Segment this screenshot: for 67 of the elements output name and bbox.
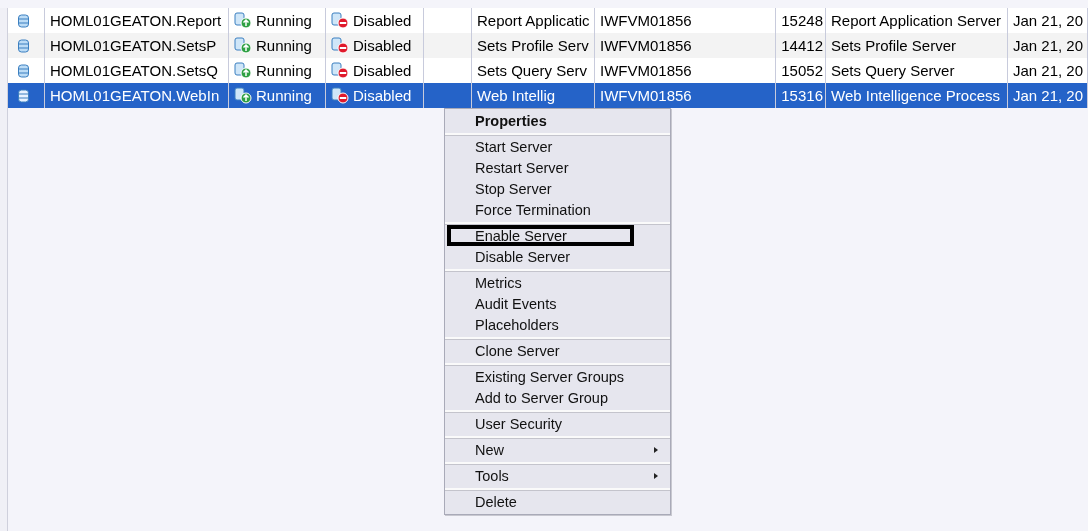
table-cell: 14412 (781, 37, 823, 54)
table-cell: Running (256, 62, 312, 79)
table-cell: IWFVM01856 (600, 37, 692, 54)
table-cell: Web Intellig (477, 87, 556, 104)
table-cell: Sets Profile Server (831, 37, 957, 54)
table-cell: Web Intelligence Process (831, 87, 1000, 104)
table-cell: HOML01GEATON.SetsQ (50, 62, 218, 79)
table-cell: Jan 21, 20 (1013, 87, 1084, 104)
menu-item[interactable]: User Security (445, 413, 670, 434)
menu-item[interactable]: Audit Events (445, 293, 670, 314)
menu-item[interactable]: Properties (445, 110, 670, 131)
submenu-arrow-icon (654, 446, 658, 453)
table-cell: Report Application Server (831, 12, 1002, 29)
server-disabled-icon (331, 62, 349, 79)
table-cell: Running (256, 12, 312, 29)
menu-item[interactable]: Restart Server (445, 157, 670, 178)
server-disabled-icon (331, 12, 349, 29)
menu-item[interactable]: New (445, 439, 670, 460)
menu-item[interactable]: Existing Server Groups (445, 366, 670, 387)
menu-item[interactable]: Clone Server (445, 340, 670, 361)
table-cell: Disabled (353, 37, 412, 54)
table-cell: HOML01GEATON.SetsP (50, 37, 217, 54)
table-cell: Running (256, 37, 312, 54)
table-cell: 15052 (781, 62, 823, 79)
menu-item[interactable]: Placeholders (445, 314, 670, 335)
table-cell: Jan 21, 20 (1013, 37, 1084, 54)
menu-item[interactable]: Disable Server (445, 246, 670, 267)
table-cell: Sets Query Serv (477, 62, 588, 79)
table-row[interactable]: HOML01GEATON.SetsQ Running Disabled Sets Query Serv IWFVM01856 15052 Sets Query Server Jan 21, 20 (8, 58, 1088, 83)
submenu-arrow-icon (654, 472, 658, 479)
table-cell: Report Applicatic (477, 12, 590, 29)
menu-item[interactable]: Force Termination (445, 199, 670, 220)
menu-item[interactable]: Start Server (445, 136, 670, 157)
database-icon (18, 13, 29, 28)
database-icon (18, 63, 29, 78)
menu-item[interactable]: Enable Server (447, 225, 634, 246)
menu-item[interactable]: Stop Server (445, 178, 670, 199)
table-cell: HOML01GEATON.WebIn (50, 87, 220, 104)
table-cell: IWFVM01856 (600, 87, 692, 104)
table-cell: Sets Profile Serv (477, 37, 589, 54)
table-cell: Disabled (353, 12, 412, 29)
table-cell: 15316 (781, 87, 823, 104)
table-cell: IWFVM01856 (600, 12, 692, 29)
table-cell: Sets Query Server (831, 62, 955, 79)
server-running-icon (234, 62, 252, 79)
server-running-icon (234, 87, 252, 104)
database-icon (18, 88, 29, 103)
menu-item[interactable]: Metrics (445, 272, 670, 293)
table-cell: Disabled (353, 62, 412, 79)
database-icon (18, 38, 29, 53)
table-row[interactable]: HOML01GEATON.Report Running Disabled Report Applicatic IWFVM01856 15248 Report Application Server Jan 21, 20 (8, 8, 1088, 33)
table-cell: Jan 21, 20 (1013, 62, 1084, 79)
menu-item[interactable]: Delete (445, 491, 670, 512)
server-running-icon (234, 12, 252, 29)
table-cell: Jan 21, 20 (1013, 12, 1084, 29)
table-cell: IWFVM01856 (600, 62, 692, 79)
table-cell: Running (256, 87, 312, 104)
server-running-icon (234, 37, 252, 54)
table-row[interactable]: HOML01GEATON.SetsP Running Disabled Sets Profile Serv IWFVM01856 14412 Sets Profile Server Jan 21, 20 (8, 33, 1088, 58)
server-disabled-icon (331, 37, 349, 54)
menu-item[interactable]: Tools (445, 465, 670, 486)
table-cell: Disabled (353, 87, 412, 104)
table-cell: HOML01GEATON.Report (50, 12, 222, 29)
menu-item[interactable]: Add to Server Group (445, 387, 670, 408)
table-cell: 15248 (781, 12, 823, 29)
table-row[interactable]: HOML01GEATON.WebIn Running Disabled Web Intellig IWFVM01856 15316 Web Intelligence Process Jan 21, 20 (8, 83, 1088, 108)
server-disabled-icon (331, 87, 349, 104)
